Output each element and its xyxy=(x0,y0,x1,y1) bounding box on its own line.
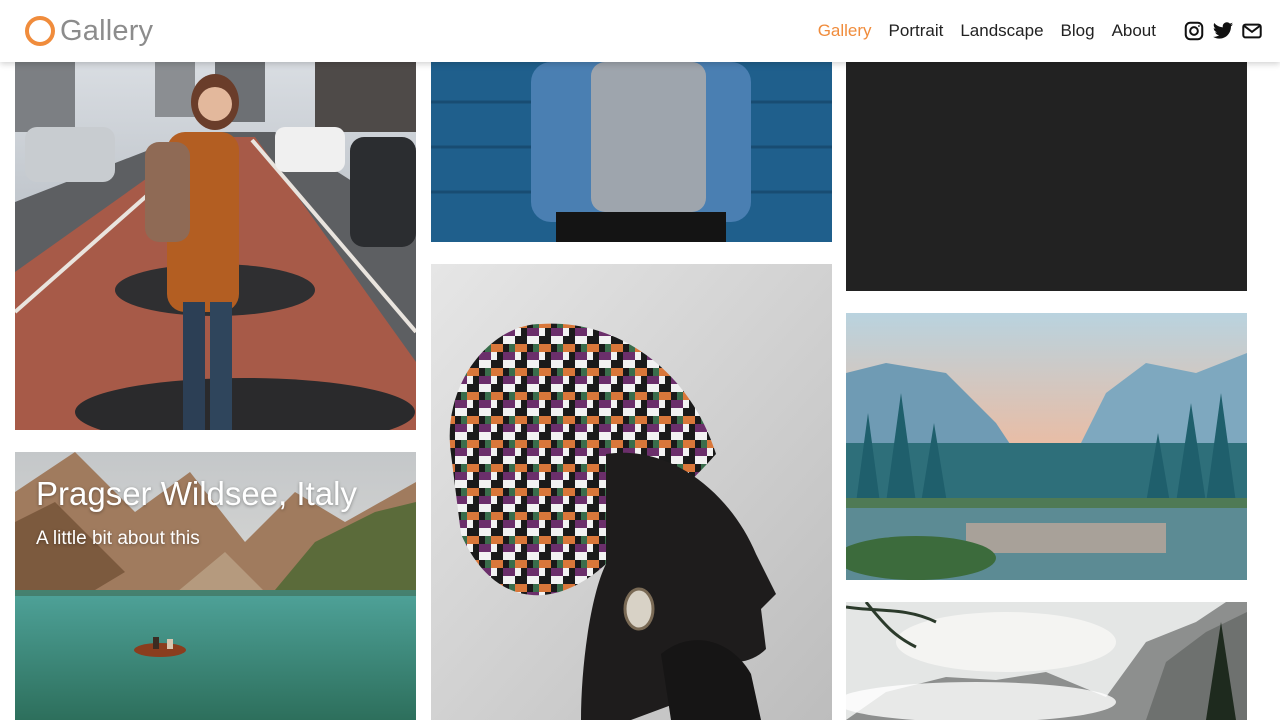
brand-name: Gallery xyxy=(60,14,154,47)
logo-ring-icon xyxy=(25,16,55,46)
tile-caption: Pragser Wildsee, Italy A little bit abou… xyxy=(36,474,357,550)
gallery-tile-headwrap-portrait[interactable] xyxy=(431,264,832,720)
twitter-icon[interactable] xyxy=(1212,20,1234,42)
main-nav: Gallery Portrait Landscape Blog About xyxy=(801,0,1280,62)
nav-item-portrait[interactable]: Portrait xyxy=(889,21,944,41)
city-woman-photo xyxy=(15,62,416,430)
caption-subtitle: A little bit about this xyxy=(36,527,200,549)
social-links xyxy=(1176,20,1263,42)
gallery-tile-dark[interactable] xyxy=(846,62,1247,291)
denim-photo xyxy=(431,62,832,242)
brand-logo[interactable]: Gallery xyxy=(25,12,153,50)
headwrap-photo xyxy=(431,264,832,720)
gallery-tile-foggy-mountains[interactable] xyxy=(846,602,1247,720)
site-header: Gallery Gallery Portrait Landscape Blog … xyxy=(0,0,1280,62)
nav-item-gallery[interactable]: Gallery xyxy=(818,21,872,41)
nav-item-about[interactable]: About xyxy=(1112,21,1156,41)
mail-icon[interactable] xyxy=(1241,20,1263,42)
gallery-tile-denim[interactable] xyxy=(431,62,832,242)
gallery-tile-valley-sunset[interactable] xyxy=(846,313,1247,580)
gallery-tile-pragser-wildsee[interactable]: Pragser Wildsee, Italy A little bit abou… xyxy=(15,452,416,720)
valley-photo xyxy=(846,313,1247,580)
caption-title: Pragser Wildsee, Italy xyxy=(36,475,357,512)
mountain-photo xyxy=(846,602,1247,720)
gallery-tile-city-woman[interactable] xyxy=(15,62,416,430)
nav-item-blog[interactable]: Blog xyxy=(1061,21,1095,41)
instagram-icon[interactable] xyxy=(1183,20,1205,42)
nav-item-landscape[interactable]: Landscape xyxy=(960,21,1043,41)
